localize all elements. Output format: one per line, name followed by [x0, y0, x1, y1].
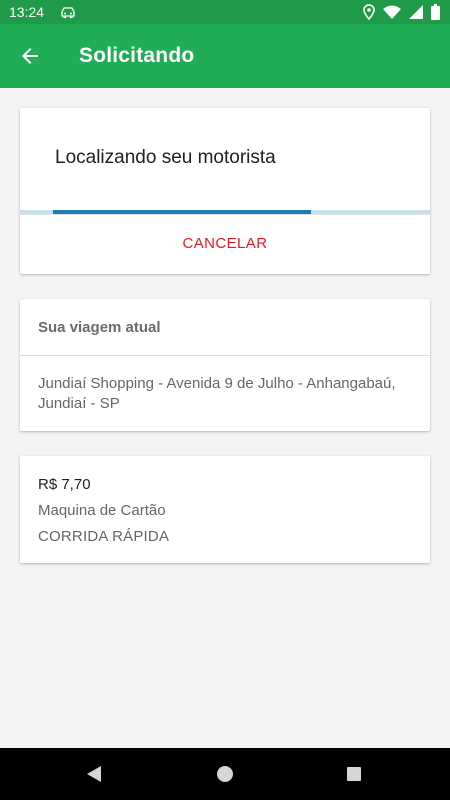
fare-card: R$ 7,70 Maquina de Cartão CORRIDA RÁPIDA: [20, 456, 430, 563]
signal-icon: [409, 5, 423, 19]
ride-type: CORRIDA RÁPIDA: [38, 528, 170, 545]
status-time: 13:24: [9, 4, 45, 20]
fare-price: R$ 7,70: [38, 476, 91, 493]
car-icon: [61, 7, 75, 19]
payment-method: Maquina de Cartão: [38, 502, 166, 519]
location-icon: [363, 4, 375, 20]
trip-header: Sua viagem atual: [20, 299, 430, 356]
nav-back-icon[interactable]: [86, 765, 102, 783]
current-trip-card: Sua viagem atual Jundiaí Shopping - Aven…: [20, 299, 430, 431]
trip-address: Jundiaí Shopping - Avenida 9 de Julho - …: [38, 375, 396, 412]
navigation-bar: [0, 748, 450, 800]
cancel-button[interactable]: CANCELAR: [20, 214, 430, 275]
wifi-icon: [383, 5, 401, 19]
app-bar: Solicitando: [0, 24, 450, 88]
battery-icon: [431, 4, 440, 20]
nav-recents-icon[interactable]: [347, 767, 361, 781]
trip-title: Sua viagem atual: [38, 319, 161, 336]
page-title: Solicitando: [79, 44, 195, 67]
nav-home-icon[interactable]: [217, 766, 233, 782]
status-icons: [363, 4, 440, 20]
arrow-left-icon[interactable]: [18, 44, 42, 68]
status-bar: 13:24: [0, 0, 450, 24]
driver-search-card: Localizando seu motorista CANCELAR: [20, 108, 430, 274]
search-status-text: Localizando seu motorista: [55, 147, 276, 168]
